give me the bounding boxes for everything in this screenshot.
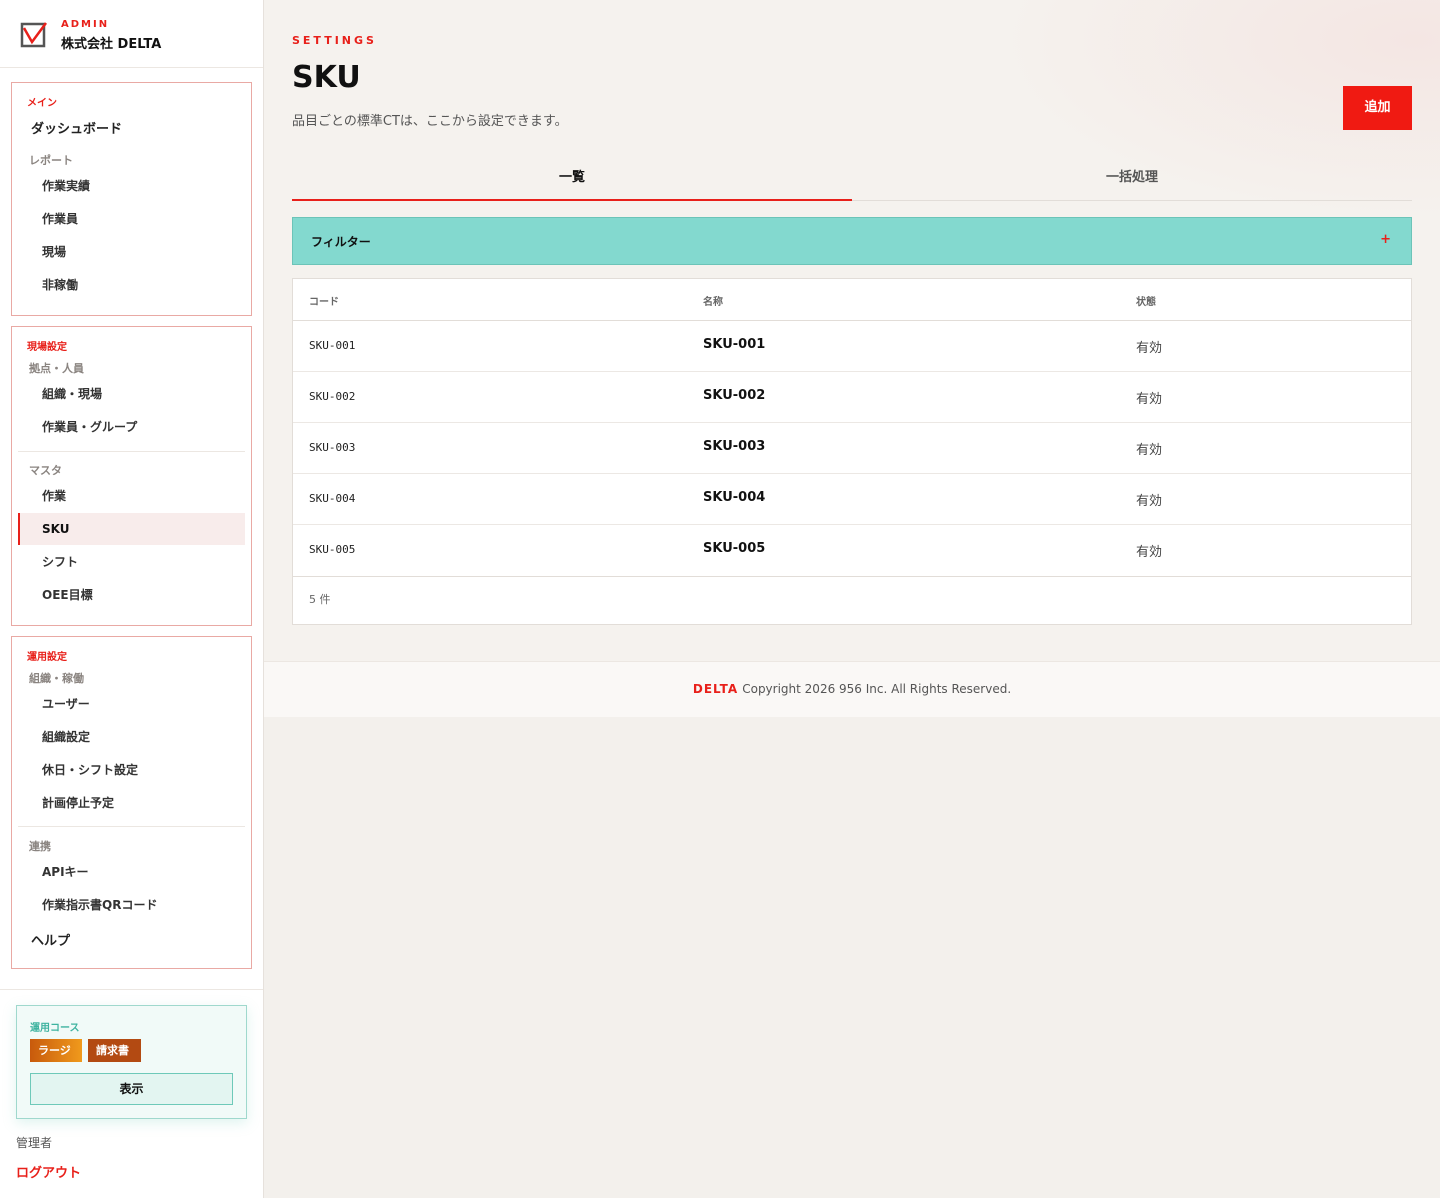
- nav-section-main: メイン ダッシュボード レポート 作業実績 作業員 現場 非稼働: [11, 82, 252, 316]
- tab-bar: 一覧 一括処理: [292, 160, 1412, 201]
- table-footer: 5 件: [293, 576, 1411, 624]
- nav-section-site: 現場設定 拠点・人員 組織・現場 作業員・グループ マスタ 作業 SKU シフト…: [11, 326, 252, 626]
- plan-badge-large: ラージ: [30, 1039, 82, 1062]
- tab-list[interactable]: 一覧: [292, 160, 852, 201]
- sidebar-footer: 運用コース ラージ 請求書 表示 管理者 ログアウト: [0, 989, 263, 1198]
- cell-code: SKU-005: [309, 543, 356, 556]
- table-header: コード 名称 状態: [293, 279, 1411, 321]
- table-row[interactable]: SKU-005 SKU-005 有効: [293, 525, 1411, 576]
- cell-code: SKU-004: [309, 492, 356, 505]
- main-content: SETTINGS SKU 品目ごとの標準CTは、ここから設定できます。 追加 一…: [264, 0, 1440, 661]
- sidebar-item-workers-report[interactable]: 作業員: [18, 203, 245, 235]
- sidebar-item-shift[interactable]: シフト: [18, 546, 245, 578]
- group-title-master: マスタ: [29, 464, 62, 477]
- cell-name[interactable]: SKU-001: [703, 337, 765, 352]
- sidebar-item-qr-code[interactable]: 作業指示書QRコード: [18, 889, 245, 921]
- plan-badge-invoice: 請求書: [88, 1039, 141, 1062]
- footer-brand: DELTA: [692, 682, 739, 696]
- sidebar-divider: [18, 826, 245, 827]
- cell-name[interactable]: SKU-002: [703, 388, 765, 403]
- filter-label: フィルター: [311, 235, 371, 249]
- table-row[interactable]: SKU-002 SKU-002 有効: [293, 372, 1411, 423]
- sidebar: ADMIN 株式会社 DELTA メイン ダッシュボード レポート 作業実績 作…: [0, 0, 264, 1198]
- sidebar-item-work-results[interactable]: 作業実績: [18, 170, 245, 202]
- sidebar-item-help[interactable]: ヘルプ: [18, 926, 245, 958]
- delta-logo-icon: [20, 22, 48, 48]
- user-role: 管理者: [16, 1136, 53, 1150]
- tab-bulk[interactable]: 一括処理: [852, 160, 1412, 201]
- sidebar-item-api-key[interactable]: APIキー: [18, 856, 245, 888]
- cell-status: 有効: [1136, 443, 1163, 458]
- plan-title: 運用コース: [30, 1023, 80, 1034]
- sidebar-item-non-operation[interactable]: 非稼働: [18, 269, 245, 301]
- cell-status: 有効: [1136, 545, 1163, 560]
- plan-card: 運用コース ラージ 請求書 表示: [16, 1005, 247, 1119]
- group-title-org: 組織・稼働: [29, 672, 84, 685]
- column-header-status[interactable]: 状態: [1136, 293, 1156, 308]
- nav-section-ops: 運用設定 組織・稼働 ユーザー 組織設定 休日・シフト設定 計画停止予定 連携 …: [11, 636, 252, 969]
- sku-table: コード 名称 状態 SKU-001 SKU-001 有効 SKU-002 SKU…: [292, 278, 1412, 625]
- section-title-site: 現場設定: [27, 342, 67, 353]
- sidebar-item-org-site[interactable]: 組織・現場: [18, 378, 245, 410]
- cell-name[interactable]: SKU-003: [703, 439, 765, 454]
- cell-code: SKU-003: [309, 441, 356, 454]
- sidebar-item-work[interactable]: 作業: [18, 480, 245, 512]
- page-title: SKU: [292, 60, 361, 95]
- sidebar-item-sku[interactable]: SKU: [18, 513, 245, 545]
- plus-icon: +: [1380, 232, 1391, 247]
- table-row[interactable]: SKU-004 SKU-004 有効: [293, 474, 1411, 525]
- page-eyebrow: SETTINGS: [292, 34, 377, 47]
- table-row[interactable]: SKU-003 SKU-003 有効: [293, 423, 1411, 474]
- group-title-bases: 拠点・人員: [29, 362, 84, 375]
- column-header-name[interactable]: 名称: [703, 293, 723, 308]
- cell-name[interactable]: SKU-005: [703, 541, 765, 556]
- sidebar-item-planned-stop[interactable]: 計画停止予定: [18, 787, 245, 819]
- section-title-main: メイン: [27, 98, 57, 109]
- page-description: 品目ごとの標準CTは、ここから設定できます。: [292, 114, 568, 129]
- cell-status: 有効: [1136, 392, 1163, 407]
- add-button[interactable]: 追加: [1343, 86, 1412, 130]
- sidebar-item-worker-group[interactable]: 作業員・グループ: [18, 411, 245, 443]
- cell-status: 有効: [1136, 341, 1163, 356]
- section-title-ops: 運用設定: [27, 652, 67, 663]
- group-title-link: 連携: [29, 840, 51, 853]
- brand-header: ADMIN 株式会社 DELTA: [0, 0, 263, 68]
- sidebar-divider: [18, 451, 245, 452]
- sidebar-item-oee-target[interactable]: OEE目標: [18, 579, 245, 611]
- admin-label: ADMIN: [61, 19, 110, 30]
- cell-status: 有効: [1136, 494, 1163, 509]
- plan-show-button[interactable]: 表示: [30, 1073, 233, 1105]
- record-count: 5 件: [309, 593, 331, 606]
- group-title-reports: レポート: [29, 154, 73, 167]
- table-row[interactable]: SKU-001 SKU-001 有効: [293, 321, 1411, 372]
- sidebar-item-users[interactable]: ユーザー: [18, 688, 245, 720]
- sidebar-item-dashboard[interactable]: ダッシュボード: [18, 114, 245, 146]
- company-name: 株式会社 DELTA: [61, 37, 162, 52]
- cell-code: SKU-001: [309, 339, 356, 352]
- sidebar-item-org-settings[interactable]: 組織設定: [18, 721, 245, 753]
- filter-panel-toggle[interactable]: フィルター +: [292, 217, 1412, 265]
- footer-copyright: Copyright 2026 956 Inc. All Rights Reser…: [742, 682, 1012, 696]
- sidebar-item-holiday-shift[interactable]: 休日・シフト設定: [18, 754, 245, 786]
- logout-link[interactable]: ログアウト: [16, 1162, 81, 1181]
- cell-code: SKU-002: [309, 390, 356, 403]
- page-footer: DELTA Copyright 2026 956 Inc. All Rights …: [264, 661, 1440, 717]
- cell-name[interactable]: SKU-004: [703, 490, 765, 505]
- column-header-code[interactable]: コード: [309, 293, 339, 308]
- sidebar-item-site-report[interactable]: 現場: [18, 236, 245, 268]
